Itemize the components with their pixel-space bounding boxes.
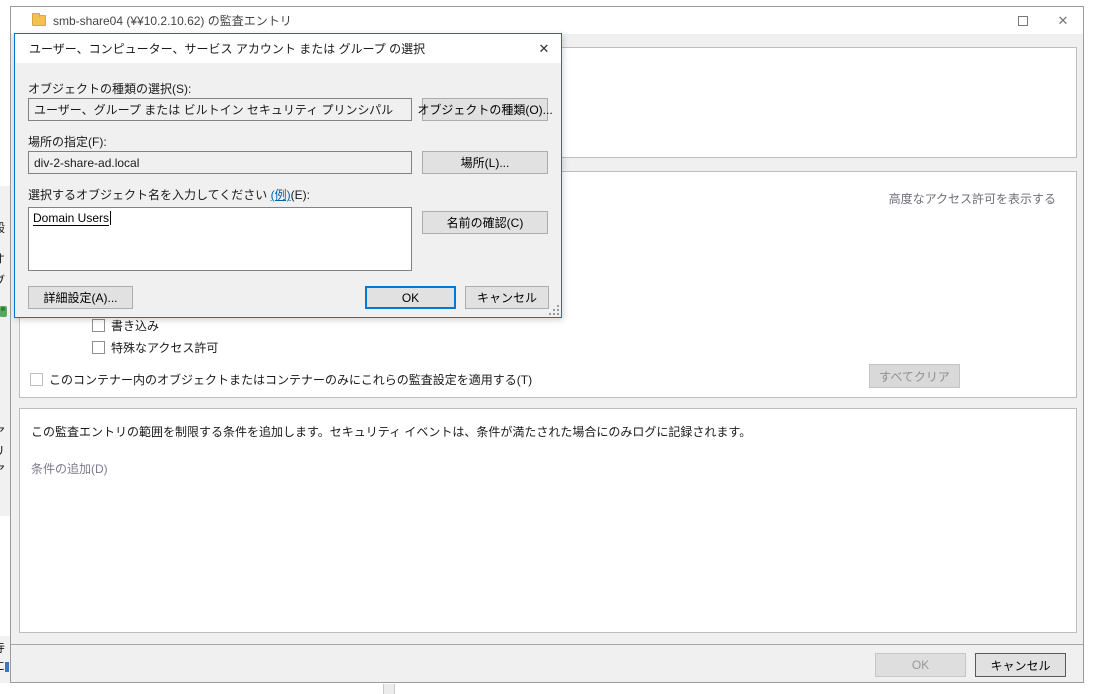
check-names-button[interactable]: 名前の確認(C) (422, 211, 548, 234)
background-text-fragment: オ (0, 252, 9, 268)
checkbox-row-apply-scope[interactable]: このコンテナー内のオブジェクトまたはコンテナーのみにこれらの監査設定を適用する(… (30, 371, 532, 388)
object-type-field: ユーザー、グループ または ビルトイン セキュリティ プリンシパル (28, 98, 412, 121)
window-title: smb-share04 (¥¥10.2.10.62) の監査エントリ (53, 12, 292, 29)
background-text-fragment: s (0, 190, 9, 206)
audit-cancel-button[interactable]: キャンセル (975, 653, 1066, 677)
dialog-ok-button[interactable]: OK (365, 286, 456, 309)
maximize-icon (1018, 16, 1028, 26)
object-name-label-text: 選択するオブジェクト名を入力してください (28, 188, 271, 202)
background-window-edge (383, 684, 395, 694)
object-name-label-suffix: (E): (291, 188, 310, 202)
write-checkbox[interactable] (92, 319, 105, 332)
location-label: 場所の指定(F): (28, 133, 107, 150)
checkbox-row-write[interactable]: 書き込み (92, 317, 159, 334)
audit-ok-button[interactable]: OK (875, 653, 966, 677)
window-titlebar: smb-share04 (¥¥10.2.10.62) の監査エントリ ✕ (11, 7, 1083, 34)
dialog-cancel-button[interactable]: キャンセル (465, 286, 549, 309)
maximize-button[interactable] (1003, 7, 1043, 34)
special-permissions-label: 特殊なアクセス許可 (111, 339, 218, 356)
window-controls: ✕ (1003, 7, 1083, 34)
footer-separator (11, 644, 1083, 645)
typed-object-name: Domain Users (33, 211, 109, 226)
background-text-fragment: ア (0, 425, 9, 441)
background-text-fragment: ブ (0, 274, 9, 290)
user-icon (0, 306, 7, 317)
condition-description: この監査エントリの範囲を制限する条件を追加します。セキュリティ イベントは、条件… (31, 423, 1041, 440)
screen: s 般 オ ブ ア リ ア 寺 に smb-share04 (¥¥10.2.10… (0, 0, 1093, 694)
advanced-button[interactable]: 詳細設定(A)... (28, 286, 133, 309)
special-permissions-checkbox[interactable] (92, 341, 105, 354)
object-types-button[interactable]: オブジェクトの種類(O)... (422, 98, 548, 121)
background-text-fragment: 般 (0, 221, 9, 237)
object-names-input[interactable]: Domain Users (28, 207, 412, 271)
background-icon-fragment (5, 662, 9, 672)
resize-grip[interactable] (549, 305, 559, 315)
dialog-titlebar: ユーザー、コンピューター、サービス アカウント または グループ の選択 ✕ (15, 34, 561, 63)
examples-link[interactable]: (例) (271, 188, 291, 202)
select-users-dialog: ユーザー、コンピューター、サービス アカウント または グループ の選択 ✕ オ… (14, 33, 562, 318)
location-field: div-2-share-ad.local (28, 151, 412, 174)
dialog-close-button[interactable]: ✕ (527, 34, 561, 63)
background-text-fragment: リ (0, 444, 9, 460)
apply-scope-checkbox[interactable] (30, 373, 43, 386)
add-condition-link[interactable]: 条件の追加(D) (31, 460, 108, 477)
clear-all-button[interactable]: すべてクリア (869, 364, 960, 388)
show-advanced-permissions-link[interactable]: 高度なアクセス許可を表示する (889, 190, 1056, 207)
locations-button[interactable]: 場所(L)... (422, 151, 548, 174)
object-name-label: 選択するオブジェクト名を入力してください (例)(E): (28, 186, 310, 203)
folder-icon (32, 15, 46, 26)
dialog-title: ユーザー、コンピューター、サービス アカウント または グループ の選択 (29, 40, 425, 57)
write-checkbox-label: 書き込み (111, 317, 159, 334)
close-icon: ✕ (539, 41, 550, 57)
background-text-fragment: 寺 (0, 641, 9, 657)
background-text-fragment: ア (0, 463, 9, 479)
close-button[interactable]: ✕ (1043, 7, 1083, 34)
object-type-label: オブジェクトの種類の選択(S): (28, 80, 191, 97)
checkbox-row-special[interactable]: 特殊なアクセス許可 (92, 339, 218, 356)
apply-scope-label: このコンテナー内のオブジェクトまたはコンテナーのみにこれらの監査設定を適用する(… (49, 371, 532, 388)
audit-condition-panel: この監査エントリの範囲を制限する条件を追加します。セキュリティ イベントは、条件… (19, 408, 1077, 633)
close-icon: ✕ (1058, 13, 1069, 29)
